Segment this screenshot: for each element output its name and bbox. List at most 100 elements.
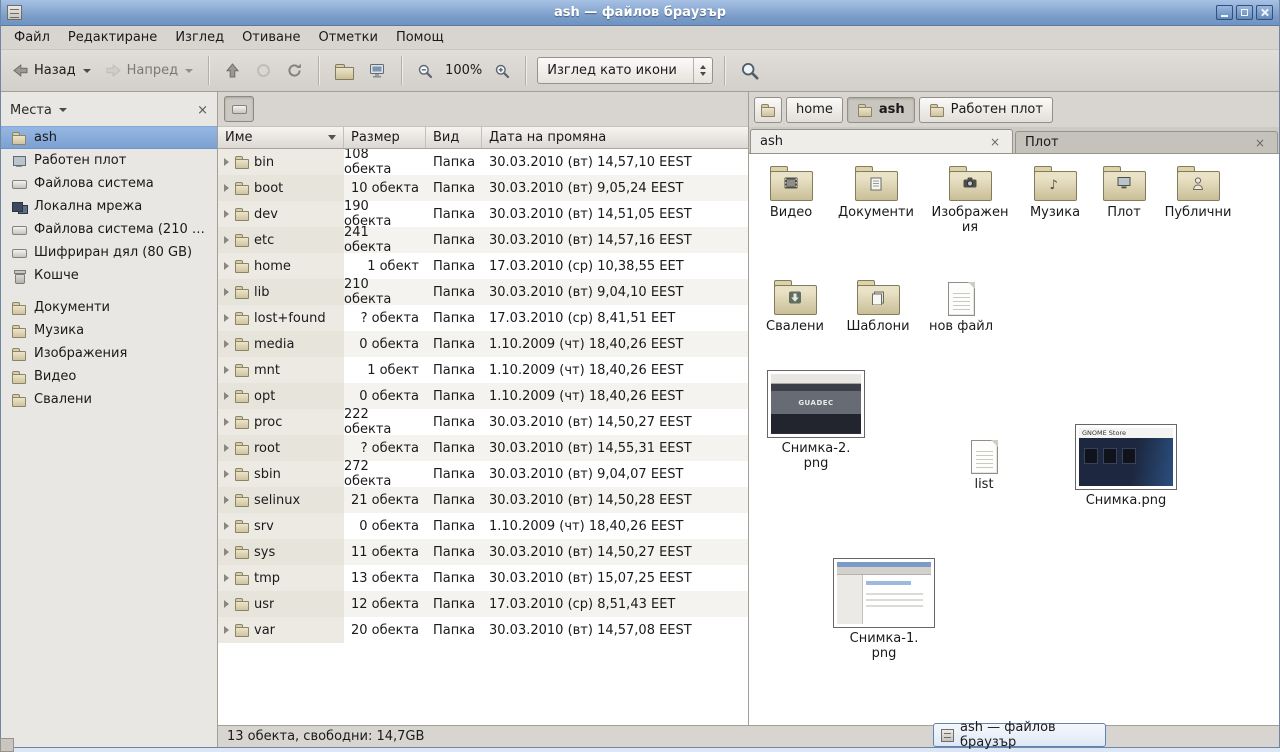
path-button-ash[interactable]: ash [847,97,915,123]
sidebar-title[interactable]: Места [10,103,52,118]
stop-button[interactable] [249,58,278,83]
maximize-button[interactable] [1236,5,1253,20]
menu-go[interactable]: Отиване [233,26,309,49]
menu-help[interactable]: Помощ [387,26,453,49]
tab-close-icon[interactable]: × [987,135,1003,149]
file-snimka[interactable]: GNOME Store Снимка.png [1075,424,1177,509]
expander-icon[interactable] [224,392,229,400]
sidebar-item[interactable]: Файлова система [1,172,217,195]
column-header-type[interactable]: Вид [426,127,482,148]
tab-desktop[interactable]: Плот × [1015,131,1278,153]
back-dropdown-icon[interactable] [83,69,91,73]
folder-public[interactable]: Публични [1157,164,1239,221]
path-button-desktop[interactable]: Работен плот [919,97,1053,123]
file-new-file[interactable]: нов файл [923,282,999,335]
minimize-button[interactable] [1216,5,1233,20]
sidebar-item[interactable]: Локална мрежа [1,195,217,218]
table-row[interactable]: opt 0 обекта Папка 1.10.2009 (чт) 18,40,… [218,383,748,409]
expander-icon[interactable] [224,418,229,426]
table-row[interactable]: sbin 272 обекта Папка 30.03.2010 (вт) 9,… [218,461,748,487]
table-row[interactable]: dev 190 обекта Папка 30.03.2010 (вт) 14,… [218,201,748,227]
menu-view[interactable]: Изглед [166,26,233,49]
expander-icon[interactable] [224,314,229,322]
combo-spinner-icon[interactable] [693,58,712,83]
column-header-name[interactable]: Име [218,127,344,148]
table-row[interactable]: selinux 21 обекта Папка 30.03.2010 (вт) … [218,487,748,513]
tab-ash[interactable]: ash × [750,129,1013,153]
sidebar-item[interactable]: Видео [1,365,217,388]
table-row[interactable]: proc 222 обекта Папка 30.03.2010 (вт) 14… [218,409,748,435]
zoom-out-button[interactable] [411,59,439,83]
expander-icon[interactable] [224,340,229,348]
expander-icon[interactable] [224,574,229,582]
table-row[interactable]: var 20 обекта Папка 30.03.2010 (вт) 14,5… [218,617,748,643]
menu-edit[interactable]: Редактиране [59,26,166,49]
expander-icon[interactable] [224,184,229,192]
table-row[interactable]: usr 12 обекта Папка 17.03.2010 (ср) 8,51… [218,591,748,617]
sidebar-item[interactable]: ash [1,126,217,149]
expander-icon[interactable] [224,236,229,244]
folder-documents[interactable]: Документи [833,164,919,221]
forward-button[interactable]: Напред [99,58,199,83]
sidebar-item[interactable]: Шифриран дял (80 GB) [1,241,217,264]
expander-icon[interactable] [224,600,229,608]
file-snimka-1[interactable]: Снимка-1.png [833,558,935,662]
sidebar-item[interactable]: Изображения [1,342,217,365]
sidebar-close-icon[interactable]: × [197,104,208,117]
home-button[interactable] [328,58,360,83]
table-row[interactable]: srv 0 обекта Папка 1.10.2009 (чт) 18,40,… [218,513,748,539]
expander-icon[interactable] [224,158,229,166]
sidebar-mode-dropdown-icon[interactable] [59,108,67,112]
path-scroll-button[interactable] [754,97,782,123]
up-button[interactable] [218,58,247,83]
folder-downloads[interactable]: Свалени [757,278,833,335]
folder-video[interactable]: Видео [755,164,827,221]
panel-corner[interactable] [0,738,14,752]
menu-file[interactable]: Файл [5,26,59,49]
taskbar-window-button[interactable]: ash — файлов браузър [933,723,1106,747]
icon-view[interactable]: Видео Документи [749,154,1279,725]
folder-music[interactable]: ♪ Музика [1017,164,1093,221]
table-row[interactable]: sys 11 обекта Папка 30.03.2010 (вт) 14,5… [218,539,748,565]
close-button[interactable] [1256,5,1273,20]
folder-desktop[interactable]: Плот [1093,164,1155,221]
expander-icon[interactable] [224,496,229,504]
table-row[interactable]: root ? обекта Папка 30.03.2010 (вт) 14,5… [218,435,748,461]
search-button[interactable] [734,57,766,85]
expander-icon[interactable] [224,288,229,296]
zoom-in-button[interactable] [488,59,516,83]
sidebar-item[interactable]: Музика [1,319,217,342]
expander-icon[interactable] [224,626,229,634]
table-row[interactable]: lib 210 обекта Папка 30.03.2010 (вт) 9,0… [218,279,748,305]
menu-bookmarks[interactable]: Отметки [309,26,386,49]
expander-icon[interactable] [224,444,229,452]
folder-templates[interactable]: Шаблони [839,278,917,335]
expander-icon[interactable] [224,522,229,530]
file-list-file[interactable]: list [949,440,1019,493]
column-header-size[interactable]: Размер [344,127,426,148]
sidebar-item[interactable]: Кошче [1,264,217,287]
table-row[interactable]: mnt 1 обект Папка 1.10.2009 (чт) 18,40,2… [218,357,748,383]
tab-close-icon[interactable]: × [1252,136,1268,150]
sidebar-item[interactable]: Документи [1,296,217,319]
view-mode-select[interactable]: Изглед като икони [537,57,713,84]
table-row[interactable]: home 1 обект Папка 17.03.2010 (ср) 10,38… [218,253,748,279]
sidebar-item[interactable]: Свалени [1,388,217,411]
forward-dropdown-icon[interactable] [185,69,193,73]
table-row[interactable]: boot 10 обекта Папка 30.03.2010 (вт) 9,0… [218,175,748,201]
column-header-date[interactable]: Дата на промяна [482,127,748,148]
expander-icon[interactable] [224,262,229,270]
expander-icon[interactable] [224,366,229,374]
table-row[interactable]: tmp 13 обекта Папка 30.03.2010 (вт) 15,0… [218,565,748,591]
table-row[interactable]: etc 241 обекта Папка 30.03.2010 (вт) 14,… [218,227,748,253]
expander-icon[interactable] [224,470,229,478]
expander-icon[interactable] [224,210,229,218]
table-row[interactable]: lost+found ? обекта Папка 17.03.2010 (ср… [218,305,748,331]
table-row[interactable]: media 0 обекта Папка 1.10.2009 (чт) 18,4… [218,331,748,357]
reload-button[interactable] [280,58,309,83]
table-row[interactable]: bin 108 обекта Папка 30.03.2010 (вт) 14,… [218,149,748,175]
sidebar-item[interactable]: Работен плот [1,149,217,172]
back-button[interactable]: Назад [6,58,97,83]
file-snimka-2[interactable]: GUADEC Снимка-2.png [767,370,865,472]
computer-button[interactable] [362,58,392,83]
